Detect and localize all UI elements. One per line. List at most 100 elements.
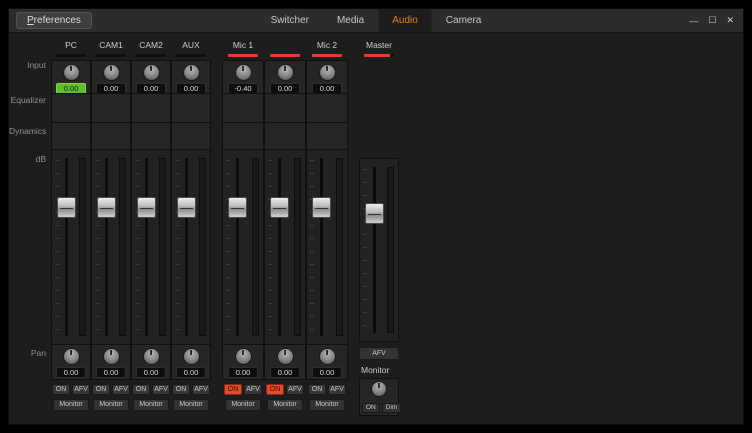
channel-level-meter bbox=[228, 54, 258, 57]
on-button[interactable]: ON bbox=[132, 384, 150, 395]
dynamics-panel[interactable] bbox=[264, 122, 306, 150]
afv-button[interactable]: AFV bbox=[244, 384, 262, 395]
pan-knob[interactable] bbox=[183, 348, 200, 365]
fader-handle[interactable] bbox=[312, 197, 331, 218]
monitor-button[interactable]: Monitor bbox=[309, 399, 345, 411]
fader-ticks bbox=[268, 160, 272, 334]
channel-level-meter bbox=[56, 54, 86, 57]
fader-handle[interactable] bbox=[228, 197, 247, 218]
pan-knob[interactable] bbox=[319, 348, 336, 365]
pan-value[interactable]: 0.00 bbox=[96, 367, 126, 378]
pan-panel: 0.00 bbox=[306, 344, 348, 380]
fader-level-meter bbox=[159, 158, 166, 336]
pan-value[interactable]: 0.00 bbox=[270, 367, 300, 378]
fader-track[interactable] bbox=[65, 158, 68, 336]
on-button[interactable]: ON bbox=[308, 384, 326, 395]
dynamics-panel[interactable] bbox=[171, 122, 211, 150]
fader-track[interactable] bbox=[185, 158, 188, 336]
input-gain-knob[interactable] bbox=[63, 64, 80, 81]
knob-pointer-icon bbox=[326, 350, 328, 355]
channel-level-meter bbox=[270, 54, 300, 57]
monitor-button[interactable]: Monitor bbox=[173, 399, 209, 411]
knob-pointer-icon bbox=[326, 66, 328, 71]
pan-value[interactable]: 0.00 bbox=[136, 367, 166, 378]
monitor-button[interactable]: Monitor bbox=[93, 399, 129, 411]
equalizer-panel[interactable] bbox=[131, 93, 171, 123]
equalizer-panel[interactable] bbox=[51, 93, 91, 123]
fader-handle[interactable] bbox=[177, 197, 196, 218]
on-button[interactable]: ON bbox=[266, 384, 284, 395]
pan-knob[interactable] bbox=[143, 348, 160, 365]
equalizer-panel[interactable] bbox=[306, 93, 348, 123]
pan-value[interactable]: 0.00 bbox=[56, 367, 86, 378]
fader-handle[interactable] bbox=[365, 203, 384, 224]
input-gain-knob[interactable] bbox=[143, 64, 160, 81]
afv-button[interactable]: AFV bbox=[152, 384, 170, 395]
fader-track[interactable] bbox=[320, 158, 323, 336]
on-button[interactable]: ON bbox=[92, 384, 110, 395]
close-icon[interactable]: ✕ bbox=[726, 15, 734, 26]
tab-media[interactable]: Media bbox=[323, 9, 378, 32]
tab-camera[interactable]: Camera bbox=[432, 9, 496, 32]
fader-track[interactable] bbox=[105, 158, 108, 336]
monitor-button[interactable]: Monitor bbox=[53, 399, 89, 411]
afv-button[interactable]: AFV bbox=[286, 384, 304, 395]
input-gain-knob[interactable] bbox=[103, 64, 120, 81]
knob-pointer-icon bbox=[70, 350, 72, 355]
equalizer-panel[interactable] bbox=[222, 93, 264, 123]
dynamics-panel[interactable] bbox=[51, 122, 91, 150]
pan-knob[interactable] bbox=[103, 348, 120, 365]
input-gain-knob[interactable] bbox=[277, 64, 294, 81]
input-gain-knob[interactable] bbox=[319, 64, 336, 81]
tab-audio[interactable]: Audio bbox=[378, 9, 432, 32]
monitor-button[interactable]: Monitor bbox=[133, 399, 169, 411]
pan-value[interactable]: 0.00 bbox=[176, 367, 206, 378]
monitor-buttons: ON Dim bbox=[362, 403, 396, 413]
minimize-icon[interactable]: — bbox=[689, 16, 698, 26]
dynamics-panel[interactable] bbox=[131, 122, 171, 150]
channel-buttons: ON AFV bbox=[171, 384, 211, 395]
fader-handle[interactable] bbox=[57, 197, 76, 218]
tab-switcher[interactable]: Switcher bbox=[257, 9, 323, 32]
monitor-button[interactable]: Monitor bbox=[267, 399, 303, 411]
pan-knob[interactable] bbox=[277, 348, 294, 365]
dynamics-panel[interactable] bbox=[222, 122, 264, 150]
monitor-volume-knob[interactable] bbox=[371, 381, 387, 397]
fader-handle[interactable] bbox=[270, 197, 289, 218]
meter-fill bbox=[228, 54, 258, 57]
pan-value[interactable]: 0.00 bbox=[312, 367, 342, 378]
equalizer-panel[interactable] bbox=[171, 93, 211, 123]
monitor-button[interactable]: Monitor bbox=[225, 399, 261, 411]
fader-track[interactable] bbox=[278, 158, 281, 336]
master-afv-button[interactable]: AFV bbox=[359, 347, 399, 360]
fader-track[interactable] bbox=[236, 158, 239, 336]
window-controls: — ☐ ✕ bbox=[689, 9, 734, 32]
monitor-dim-button[interactable]: Dim bbox=[382, 403, 402, 413]
input-gain-knob[interactable] bbox=[183, 64, 200, 81]
pan-knob[interactable] bbox=[63, 348, 80, 365]
fader-track[interactable] bbox=[145, 158, 148, 336]
knob-pointer-icon bbox=[284, 350, 286, 355]
equalizer-panel[interactable] bbox=[264, 93, 306, 123]
on-button[interactable]: ON bbox=[172, 384, 190, 395]
input-gain-knob[interactable] bbox=[235, 64, 252, 81]
pan-value[interactable]: 0.00 bbox=[228, 367, 258, 378]
pan-knob[interactable] bbox=[235, 348, 252, 365]
afv-button[interactable]: AFV bbox=[328, 384, 346, 395]
fader-handle[interactable] bbox=[97, 197, 116, 218]
dynamics-panel[interactable] bbox=[306, 122, 348, 150]
fader-handle[interactable] bbox=[137, 197, 156, 218]
row-label-equalizer: Equalizer bbox=[9, 95, 46, 105]
afv-button[interactable]: AFV bbox=[192, 384, 210, 395]
fader-track[interactable] bbox=[373, 167, 376, 333]
preferences-button[interactable]: Preferences bbox=[16, 12, 92, 29]
on-button[interactable]: ON bbox=[224, 384, 242, 395]
input-gain-panel: 0.00 bbox=[51, 60, 91, 94]
afv-button[interactable]: AFV bbox=[72, 384, 90, 395]
monitor-on-button[interactable]: ON bbox=[362, 403, 380, 413]
dynamics-panel[interactable] bbox=[91, 122, 131, 150]
afv-button[interactable]: AFV bbox=[112, 384, 130, 395]
equalizer-panel[interactable] bbox=[91, 93, 131, 123]
maximize-icon[interactable]: ☐ bbox=[708, 15, 716, 26]
on-button[interactable]: ON bbox=[52, 384, 70, 395]
